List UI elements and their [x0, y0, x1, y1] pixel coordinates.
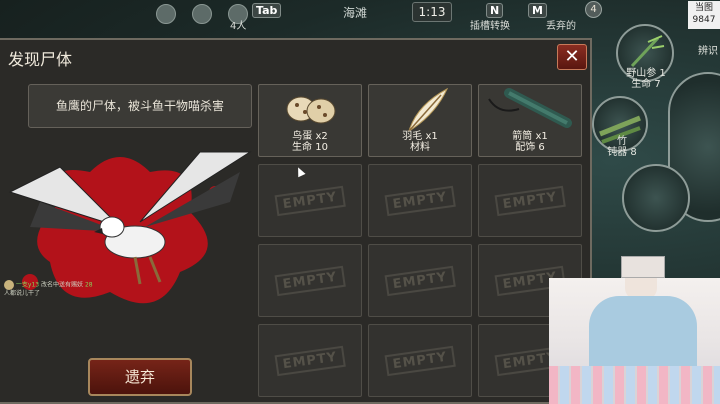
m-key[interactable]: M — [528, 3, 547, 18]
loot-slot-empty[interactable]: EMPTY — [368, 324, 472, 397]
n-key[interactable]: N — [486, 3, 504, 18]
osprey-carcass-image — [8, 151, 252, 304]
close-button[interactable]: ✕ — [557, 44, 587, 70]
logo-text-2: 9847 — [692, 15, 716, 25]
discarded-label: 丢弃的 — [546, 21, 576, 32]
side-label: 辨识 — [698, 46, 718, 57]
loot-slot-empty[interactable]: EMPTY — [478, 164, 582, 237]
attack-button[interactable] — [622, 164, 690, 232]
item-label: 箭筒 x1 配饰 6 — [512, 131, 548, 153]
item-label: 羽毛 x1 材料 — [402, 131, 438, 153]
loot-slot-feather[interactable]: 羽毛 x1 材料 — [368, 84, 472, 157]
match-timer: 1:13 — [412, 2, 452, 22]
webcam-overlay — [549, 278, 720, 404]
chat-message: 改名中送有赐妖 — [41, 281, 84, 289]
stream-logo: 当图 9847 — [688, 1, 720, 29]
loot-slot-quiver[interactable]: 箭筒 x1 配饰 6 — [478, 84, 582, 157]
empty-label: EMPTY — [274, 265, 346, 296]
quiver-icon — [488, 88, 572, 128]
streamer-face-overlay — [621, 256, 665, 278]
top-hud: 4人 Tab 海滩 1:13 N 插槽转换 M 丢弃的 4 当图 9847 — [0, 0, 720, 34]
skill-label-bamboo: 竹 钝器 8 — [607, 136, 637, 158]
chat-message-2: 人都说儿干了 — [4, 290, 41, 297]
carcass-panel: 发现尸体 ✕ 鱼鹰的尸体，被斗鱼干物喵杀害 一支y13 改名中送有赐妖 28 人… — [0, 38, 592, 404]
empty-label: EMPTY — [384, 345, 456, 376]
tab-key[interactable]: Tab — [252, 3, 282, 18]
panel-title: 发现尸体 — [8, 50, 73, 69]
chat-avatar — [4, 280, 14, 290]
feather-icon — [408, 87, 449, 133]
chat-icon[interactable] — [192, 4, 212, 24]
loot-slot-empty[interactable]: EMPTY — [258, 324, 362, 397]
chat-overlay: 一支y13 改名中送有赐妖 28 人都说儿干了 — [4, 280, 244, 298]
slot-switch-label: 插槽转换 — [470, 21, 510, 32]
discard-button[interactable]: 遗弃 — [88, 358, 192, 396]
logo-text-1: 当图 — [694, 3, 713, 13]
empty-label: EMPTY — [384, 185, 456, 216]
notification-badge: 4 — [585, 1, 602, 18]
empty-label: EMPTY — [274, 185, 346, 216]
loot-slot-empty[interactable]: EMPTY — [258, 164, 362, 237]
chat-count: 28 — [84, 281, 93, 289]
loot-slot-eggs[interactable]: 鸟蛋 x2 生命 10 — [258, 84, 362, 157]
chat-username: 一支y13 — [15, 281, 40, 289]
webcam-person-body — [589, 296, 697, 376]
loot-slot-empty[interactable]: EMPTY — [368, 244, 472, 317]
loot-slot-empty[interactable]: EMPTY — [368, 164, 472, 237]
emoji-icon[interactable] — [156, 4, 176, 24]
player-count: 4人 — [230, 21, 247, 32]
empty-label: EMPTY — [274, 345, 346, 376]
skill-label-ginseng: 野山参 1 生命 7 — [626, 68, 666, 90]
loot-slot-empty[interactable]: EMPTY — [258, 244, 362, 317]
loot-grid: 鸟蛋 x2 生命 10 羽毛 x1 材料 箭筒 x1 配饰 6 EMPTY EM… — [258, 84, 588, 402]
item-label: 鸟蛋 x2 生命 10 — [292, 131, 328, 153]
carcass-description: 鱼鹰的尸体，被斗鱼干物喵杀害 — [28, 84, 252, 128]
empty-label: EMPTY — [494, 185, 566, 216]
webcam-keyboard — [549, 366, 720, 404]
map-name: 海滩 — [343, 6, 368, 20]
empty-label: EMPTY — [384, 265, 456, 296]
eggs-icon — [286, 96, 336, 124]
